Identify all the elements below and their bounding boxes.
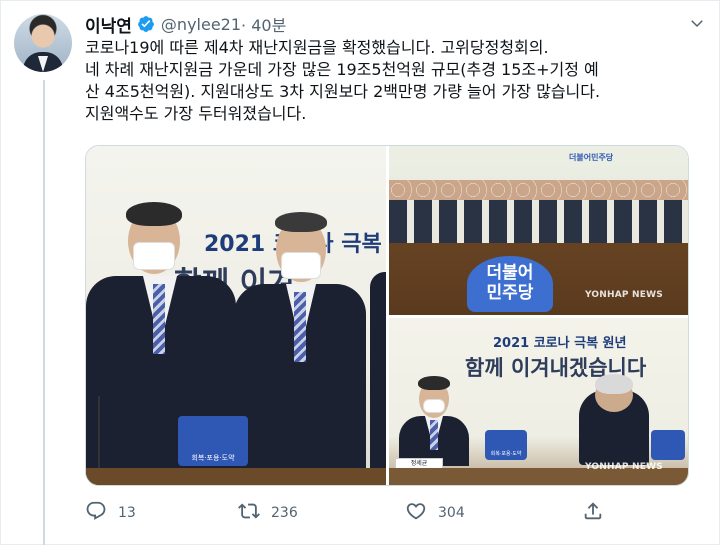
retweet-button[interactable]: 236 bbox=[238, 498, 298, 528]
photo-banner-text: 더불어민주당 bbox=[569, 153, 614, 162]
heart-icon bbox=[405, 500, 427, 526]
photo-banner-text: 2021 코로나 극복 원년 bbox=[493, 336, 627, 351]
reply-count: 13 bbox=[118, 505, 136, 521]
media-grid: 2021 코로나 극복 함께 이겨 회복·포용·도약 더불어민주당 bbox=[85, 145, 689, 486]
like-count: 304 bbox=[438, 505, 465, 521]
reply-icon bbox=[85, 500, 107, 526]
verified-badge-icon bbox=[137, 15, 155, 33]
plaque-label: 회복·포용·도약 bbox=[490, 451, 522, 457]
author-avatar[interactable] bbox=[14, 14, 72, 72]
share-icon bbox=[582, 500, 604, 526]
tweet-text-line: 산 4조5천억원). 지원대상도 3차 지원보다 2백만명 가량 늘어 가장 많… bbox=[85, 82, 601, 101]
photo-top-right[interactable]: 더불어민주당 더불어 민주당 YONHAP NEWS bbox=[389, 146, 688, 315]
reply-button[interactable]: 13 bbox=[85, 498, 136, 528]
watermark: YONHAP NEWS bbox=[585, 462, 663, 472]
tweet-text-line: 지원액수도 가장 두터워졌습니다. bbox=[85, 104, 307, 123]
retweet-icon bbox=[238, 500, 260, 526]
chevron-down-icon[interactable] bbox=[688, 14, 706, 32]
plaque bbox=[651, 430, 685, 460]
tweet-text-line: 네 차례 재난지원금 가운데 가장 많은 19조5천억원 규모(추경 15조+기… bbox=[85, 60, 599, 79]
timestamp[interactable]: · 40분 bbox=[241, 12, 286, 36]
tweet-text: 코로나19에 따른 제4차 재난지원금을 확정했습니다. 고위당정청회의. 네 … bbox=[85, 37, 695, 125]
tweet-actions: 13 236 304 bbox=[85, 498, 695, 528]
plaque: 회복·포용·도약 bbox=[178, 416, 248, 466]
party-badge: 더불어 민주당 bbox=[467, 256, 553, 312]
photo-left[interactable]: 2021 코로나 극복 함께 이겨 회복·포용·도약 bbox=[86, 146, 386, 485]
tweet-text-line: 코로나19에 따른 제4차 재난지원금을 확정했습니다. 고위당정청회의. bbox=[85, 38, 549, 57]
share-button[interactable] bbox=[582, 498, 604, 528]
thread-line bbox=[43, 80, 45, 545]
retweet-count: 236 bbox=[271, 505, 298, 521]
author-handle[interactable]: @nylee21 bbox=[161, 15, 241, 34]
author-name[interactable]: 이낙연 bbox=[85, 12, 132, 37]
attendee-row bbox=[389, 198, 688, 243]
watermark: YONHAP NEWS bbox=[585, 290, 663, 300]
plaque: 회복·포용·도약 bbox=[485, 430, 527, 460]
like-button[interactable]: 304 bbox=[405, 498, 465, 528]
plaque-label: 회복·포용·도약 bbox=[191, 454, 235, 462]
photo-bottom-right[interactable]: 2021 코로나 극복 원년 함께 이겨내겠습니다 정세균 회복·포용·도약 Y… bbox=[389, 318, 688, 485]
tweet-header: 이낙연 @nylee21 · 40분 bbox=[85, 11, 286, 37]
